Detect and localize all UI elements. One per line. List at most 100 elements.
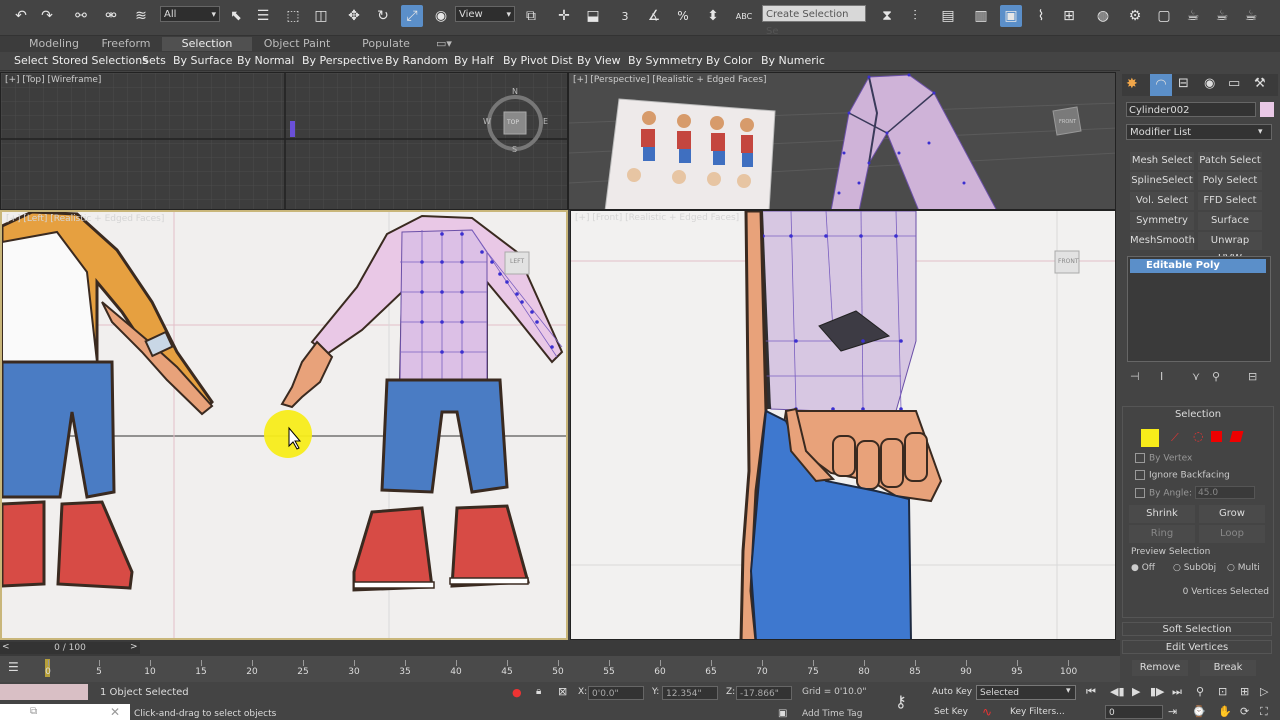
break-button[interactable]: Break [1200,660,1256,676]
viewport-top-label[interactable]: [+] [Top] [Wireframe] [5,75,101,85]
time-tag-icon[interactable]: ▣ [778,708,787,719]
percent-snap-icon[interactable]: % [672,5,694,27]
field-of-view-icon[interactable]: ▷ [1260,685,1268,698]
window-crossing-icon[interactable]: ◫ [310,5,332,27]
keyboard-shortcut-override-icon[interactable]: ⬓ [582,5,604,27]
selection-rollout-title[interactable]: Selection [1123,409,1273,420]
soft-selection-rollout[interactable]: Soft Selection [1122,622,1272,636]
scene-explorer-icon[interactable]: ▥ [970,5,992,27]
by-half-button[interactable]: By Half [454,53,494,69]
pin-stack-icon[interactable]: ⊣ [1130,370,1140,383]
move-icon[interactable]: ✥ [343,5,365,27]
sets-button[interactable]: Sets [142,53,166,69]
mesh-select-button[interactable]: Mesh Select [1130,152,1194,170]
render-setup-icon[interactable]: ⚙ [1124,5,1146,27]
patch-select-button[interactable]: Patch Select [1198,152,1262,170]
curve-editor-icon[interactable]: ⌇ [1030,5,1052,27]
by-view-button[interactable]: By View [577,53,621,69]
vertex-mode-icon[interactable] [1141,429,1159,447]
ring-button[interactable]: Ring [1129,525,1195,543]
select-manipulate-icon[interactable]: ✛ [553,5,575,27]
bind-space-warp-icon[interactable]: ≋ [130,5,152,27]
edge-mode-icon[interactable]: ⟋ [1171,431,1179,445]
make-unique-icon[interactable]: ⋎ [1192,370,1200,383]
by-symmetry-button[interactable]: By Symmetry [628,53,703,69]
set-key-button[interactable]: Set Key [934,707,968,717]
viewport-left[interactable]: [+] [Left] [Realistic + Edged Faces] LEF… [0,210,568,640]
tab-modeling[interactable]: Modeling [20,37,88,51]
motion-tab-icon[interactable]: ◉ [1204,76,1215,91]
maximize-viewport-icon[interactable]: ⛶ [1260,705,1268,719]
border-mode-icon[interactable]: ◌ [1193,429,1203,443]
angle-snap-icon[interactable]: ∡ [643,5,665,27]
graphite-toolbar-icon[interactable]: ▣ [1000,5,1022,27]
viewport-perspective[interactable]: [+] [Perspective] [Realistic + Edged Fac… [568,72,1116,210]
place-icon[interactable]: ◉ [430,5,452,27]
remove-button[interactable]: Remove [1132,660,1188,676]
edit-named-selection-icon[interactable]: ABC [733,5,755,27]
schematic-view-icon[interactable]: ⊞ [1058,5,1080,27]
reference-coordinate-dropdown[interactable]: View [455,6,515,23]
surface-select-button[interactable]: Surface Select [1198,212,1262,244]
spline-select-button[interactable]: SplineSelect [1130,172,1194,190]
show-end-result-icon[interactable]: Ⅰ [1160,370,1163,383]
undo-icon[interactable]: ↶ [10,5,32,27]
maxscript-listener[interactable] [0,684,88,700]
unwrap-uvw-button[interactable]: Unwrap UVW [1198,232,1262,264]
by-numeric-button[interactable]: By Numeric [761,53,825,69]
preview-multi-radio[interactable]: ○ Multi [1227,563,1260,573]
redo-icon[interactable]: ↷ [36,5,58,27]
pivot-center-icon[interactable]: ⧉ [520,5,542,27]
by-surface-button[interactable]: By Surface [173,53,232,69]
render-activeshade-icon[interactable]: ☕ [1240,5,1262,27]
snap-toggle-icon[interactable]: 3 [614,5,636,27]
absolute-mode-icon[interactable]: ⊠ [558,685,567,698]
rotate-icon[interactable]: ↻ [372,5,394,27]
select-object-icon[interactable]: ⬉ [225,5,247,27]
select-button[interactable]: Select [14,53,48,69]
render-production-icon[interactable]: ☕ [1182,5,1204,27]
goto-start-icon[interactable]: ⏮ [1086,685,1096,699]
key-mode-toggle-icon[interactable]: ⇥ [1168,705,1177,718]
hierarchy-tab-icon[interactable]: ⊟ [1178,76,1189,91]
next-frame-icon[interactable]: > [130,642,138,652]
set-key-icon[interactable]: ∿ [982,705,992,719]
key-filters-button[interactable]: Key Filters... [1010,707,1065,717]
scale-icon[interactable]: ⤢ [401,5,423,27]
goto-end-icon[interactable]: ⏭ [1172,685,1182,699]
by-random-button[interactable]: By Random [385,53,448,69]
utilities-tab-icon[interactable]: ⚒ [1254,76,1266,91]
track-bar-menu-icon[interactable]: ☰ [8,660,19,674]
isolate-selection-icon[interactable]: ● [512,686,522,699]
modify-tab-icon[interactable]: ◠ [1150,74,1172,96]
viewport-front[interactable]: [+] [Front] [Realistic + Edged Faces] FR… [570,210,1116,640]
time-slider-frame[interactable]: 0 / 100 [0,642,140,654]
tab-populate[interactable]: Populate [353,37,419,51]
display-tab-icon[interactable]: ▭ [1228,76,1240,91]
by-pivot-dist-button[interactable]: By Pivot Dist [503,53,573,69]
stored-selections-button[interactable]: Stored Selections [52,53,148,69]
viewport-left-label[interactable]: [+] [Left] [Realistic + Edged Faces] [6,214,164,224]
add-time-tag[interactable]: Add Time Tag [802,709,862,719]
ignore-backfacing-checkbox[interactable]: Ignore Backfacing [1135,470,1230,481]
viewcube-perspective[interactable]: FRONT [1059,119,1076,125]
select-by-name-icon[interactable]: ☰ [252,5,274,27]
by-perspective-button[interactable]: By Perspective [302,53,383,69]
time-config-icon[interactable]: ⌚ [1192,705,1206,718]
align-icon[interactable]: ⫶ [904,5,926,27]
element-mode-icon[interactable] [1229,431,1244,442]
play-icon[interactable]: ▶ [1132,685,1140,698]
prev-frame-icon[interactable]: < [2,642,10,652]
tab-selection[interactable]: Selection [162,37,252,51]
next-key-icon[interactable]: ▮▶ [1150,685,1165,698]
pan-icon[interactable]: ✋ [1218,705,1232,718]
polygon-mode-icon[interactable] [1211,431,1222,442]
viewport-top[interactable]: [+] [Top] [Wireframe] TOP N W E S [0,72,568,210]
material-editor-icon[interactable]: ◍ [1092,5,1114,27]
tab-object-paint[interactable]: Object Paint [258,37,336,51]
poly-select-button[interactable]: Poly Select [1198,172,1262,190]
prev-key-icon[interactable]: ◀▮ [1110,685,1125,698]
zoom-extents-icon[interactable]: ⊡ [1218,685,1227,698]
selection-lock-icon[interactable]: 🔒︎ [536,686,541,697]
create-tab-icon[interactable]: ✸ [1126,76,1138,92]
